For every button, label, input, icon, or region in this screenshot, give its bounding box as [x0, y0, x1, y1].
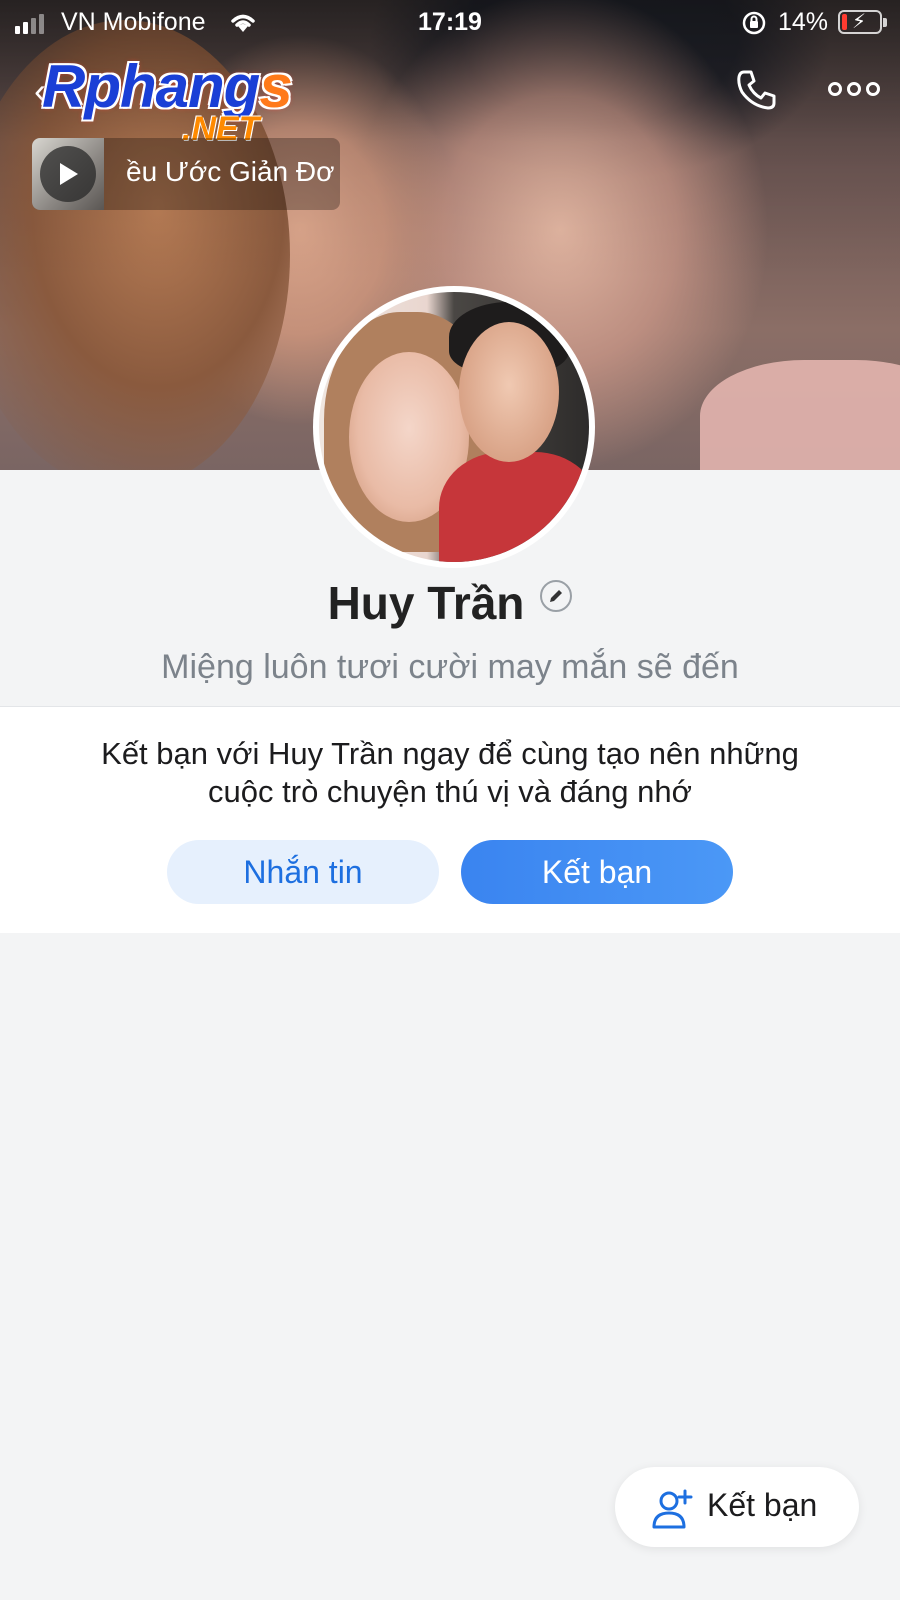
friend-suggestion-line: Kết bạn với Huy Trần ngay để cùng tạo nê… — [101, 736, 799, 771]
add-friend-icon — [651, 1487, 697, 1534]
avatar[interactable] — [313, 286, 595, 568]
add-friend-button[interactable]: Kết bạn — [461, 840, 733, 904]
floating-add-friend-button[interactable]: Kết bạn — [615, 1467, 859, 1547]
friend-suggestion-line: cuộc trò chuyện thú vị và đáng nhớ — [208, 774, 692, 809]
friend-suggestion-card: Kết bạn với Huy Trần ngay để cùng tạo nê… — [0, 707, 900, 933]
play-icon[interactable] — [40, 146, 96, 202]
name-row: Huy Trần — [0, 576, 900, 630]
watermark-logo: Rphangs .NET — [42, 52, 322, 152]
music-cover — [32, 138, 104, 210]
battery-charging-icon: ⚡ — [838, 10, 887, 34]
profile-name: Huy Trần — [327, 577, 525, 629]
profile-bio: Miệng luôn tươi cười may mắn sẽ đến — [161, 648, 739, 686]
status-bar: VN Mobifone 17:19 14% ⚡ — [0, 0, 900, 46]
music-title: ều Ước Giản Đơ — [126, 156, 335, 187]
phone-icon[interactable] — [734, 68, 778, 117]
orientation-lock-icon — [741, 10, 767, 43]
profile-music[interactable]: ều Ước Giản Đơ — [32, 138, 340, 210]
battery-percent: 14% — [778, 8, 829, 36]
pencil-icon[interactable] — [540, 580, 573, 612]
floating-add-friend-label: Kết bạn — [707, 1487, 818, 1523]
more-icon[interactable] — [828, 82, 880, 96]
message-button[interactable]: Nhắn tin — [167, 840, 439, 904]
friend-suggestion-text: Kết bạn với Huy Trần ngay để cùng tạo nê… — [60, 735, 840, 811]
avatar-photo — [319, 292, 589, 562]
